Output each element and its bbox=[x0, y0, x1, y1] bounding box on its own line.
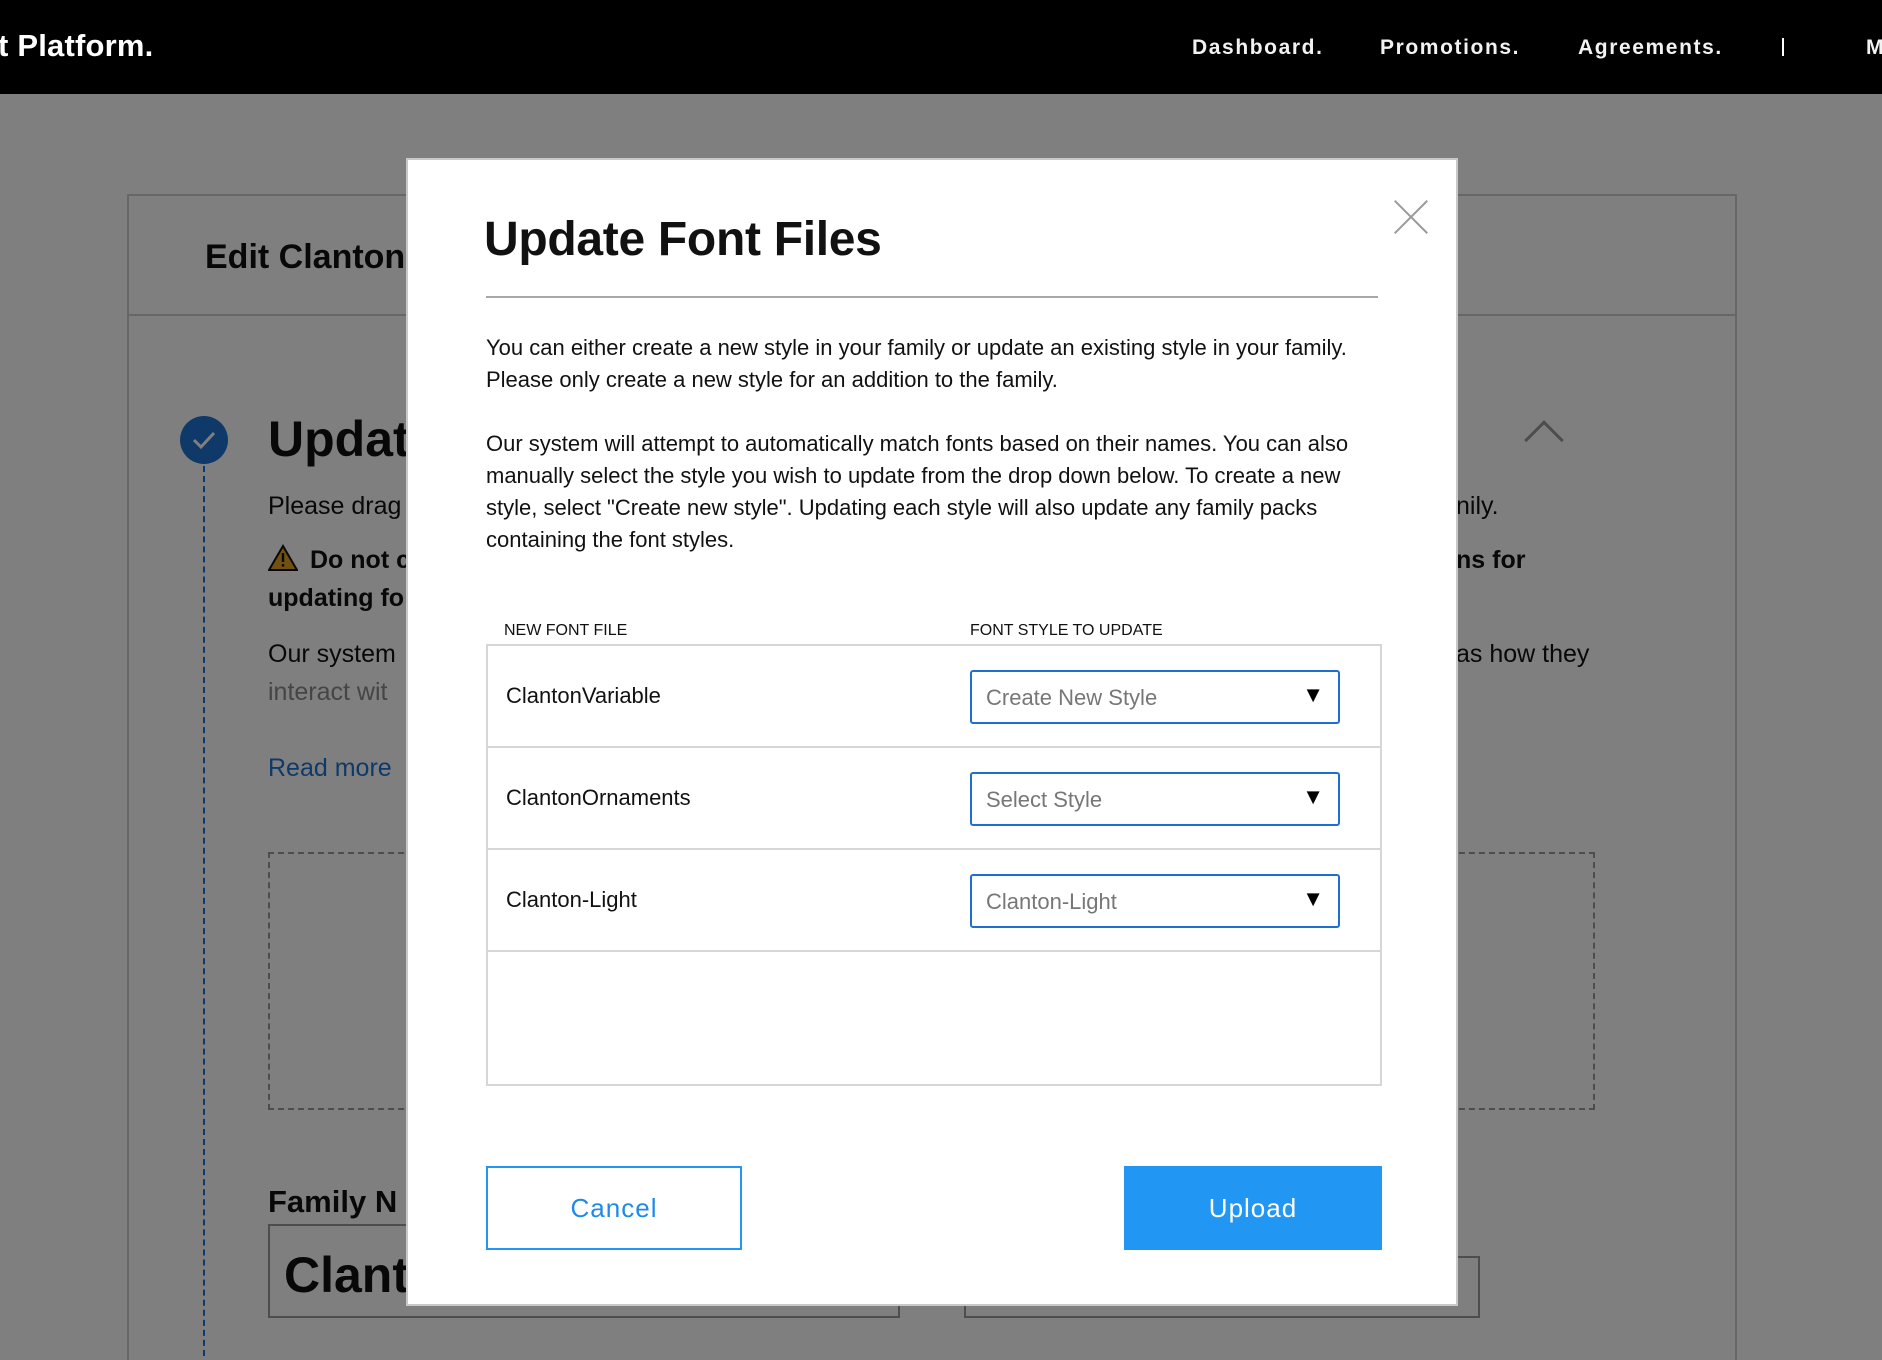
font-mapping-table: ClantonVariable Create New Style ▼ Clant… bbox=[486, 644, 1382, 1086]
table-row: ClantonVariable Create New Style ▼ bbox=[488, 646, 1380, 748]
title-divider bbox=[486, 296, 1378, 298]
cancel-button[interactable]: Cancel bbox=[486, 1166, 742, 1250]
font-file-name: ClantonVariable bbox=[506, 683, 661, 708]
table-row: ClantonOrnaments Select Style ▼ bbox=[488, 748, 1380, 850]
font-style-select[interactable]: Create New Style ▼ bbox=[970, 670, 1340, 724]
table-row: Clanton-Light Clanton-Light ▼ bbox=[488, 850, 1380, 952]
font-file-name: ClantonOrnaments bbox=[506, 785, 691, 810]
column-header-font-style: FONT STYLE TO UPDATE bbox=[970, 622, 1163, 639]
dropdown-arrow-icon: ▼ bbox=[1302, 784, 1324, 809]
modal-matching-text: Our system will attempt to automatically… bbox=[486, 431, 1349, 552]
brand-logo[interactable]: t Platform. bbox=[0, 28, 154, 64]
modal-intro-text: You can either create a new style in you… bbox=[486, 335, 1347, 392]
dropdown-arrow-icon: ▼ bbox=[1302, 886, 1324, 911]
update-font-files-modal: Update Font Files You can either create … bbox=[406, 158, 1458, 1306]
close-icon[interactable] bbox=[1394, 200, 1428, 234]
select-value: Clanton-Light bbox=[986, 889, 1117, 914]
top-nav-bar: t Platform. Dashboard. Promotions. Agree… bbox=[0, 0, 1882, 94]
modal-title: Update Font Files bbox=[484, 213, 882, 266]
dropdown-arrow-icon: ▼ bbox=[1302, 682, 1324, 707]
nav-promotions[interactable]: Promotions. bbox=[1380, 36, 1520, 60]
nav-dashboard[interactable]: Dashboard. bbox=[1192, 36, 1324, 60]
upload-button[interactable]: Upload bbox=[1124, 1166, 1382, 1250]
font-style-select[interactable]: Select Style ▼ bbox=[970, 772, 1340, 826]
select-value: Select Style bbox=[986, 787, 1103, 812]
select-value: Create New Style bbox=[986, 685, 1158, 710]
nav-more[interactable]: M bbox=[1866, 36, 1882, 60]
font-style-select[interactable]: Clanton-Light ▼ bbox=[970, 874, 1340, 928]
nav-agreements[interactable]: Agreements. bbox=[1578, 36, 1723, 60]
font-file-name: Clanton-Light bbox=[506, 887, 637, 912]
column-header-new-font-file: NEW FONT FILE bbox=[504, 622, 628, 639]
nav-divider bbox=[1782, 38, 1784, 56]
